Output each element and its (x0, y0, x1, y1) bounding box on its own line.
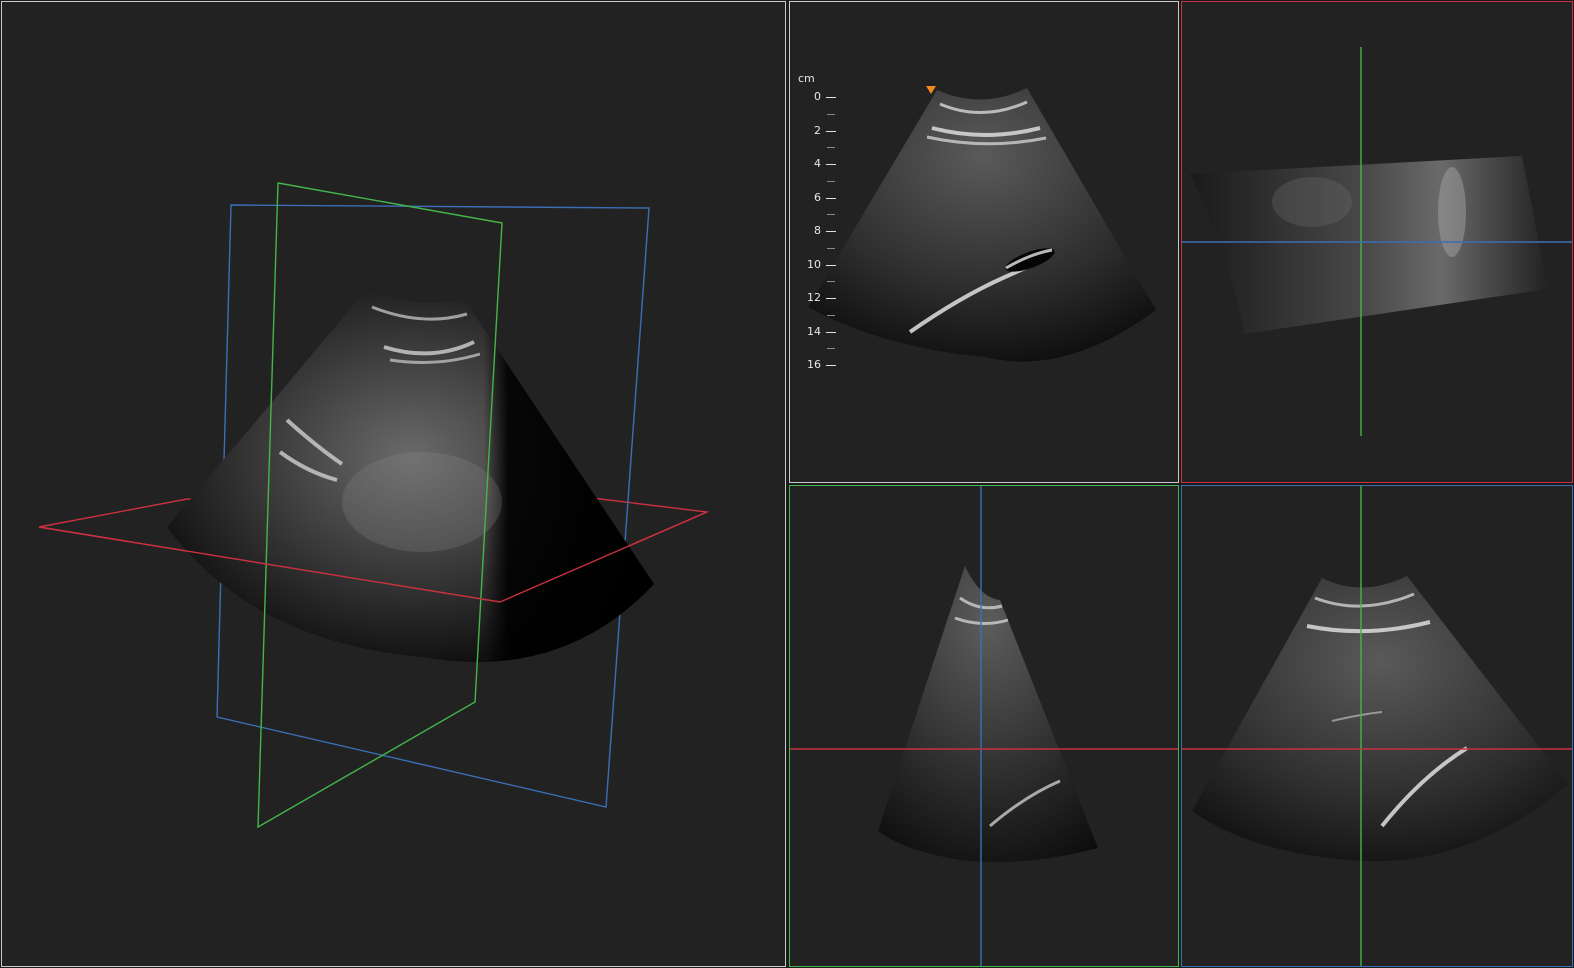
sagittal-slice (878, 566, 1098, 863)
depth-tick-label: 10 (807, 257, 821, 271)
depth-tick-mark (826, 298, 836, 299)
depth-tick-mark (826, 130, 836, 132)
depth-unit-label: cm (798, 72, 815, 85)
depth-minor-tick (827, 147, 835, 149)
depth-minor-tick (827, 314, 835, 316)
depth-tick: 0 (796, 90, 836, 104)
depth-tick-mark (826, 365, 836, 366)
depth-minor-tick (827, 281, 835, 283)
axial-slice (1190, 156, 1548, 334)
depth-tick: 10 (796, 258, 836, 272)
ultrasound-viewer: cm 0 2 4 6 8 10 12 14 16 (0, 0, 1574, 968)
depth-tick-label: 16 (807, 358, 821, 371)
depth-tick: 12 (796, 291, 836, 305)
depth-tick-label: 6 (814, 190, 821, 204)
depth-tick: 14 (796, 325, 836, 339)
depth-minor-tick (827, 180, 835, 182)
sagittal-image (790, 486, 1178, 966)
sagittal-viewport[interactable] (789, 485, 1179, 967)
orientation-marker-icon (926, 86, 936, 94)
coronal-image (1182, 486, 1572, 966)
depth-tick-label: 2 (814, 123, 821, 137)
acquisition-viewport[interactable]: cm 0 2 4 6 8 10 12 14 16 (789, 1, 1179, 483)
depth-tick-mark (826, 97, 836, 98)
axial-viewport[interactable] (1181, 1, 1573, 483)
tissue-speckle (342, 452, 502, 552)
volume-3d-scene (38, 182, 710, 829)
depth-tick-mark (826, 331, 836, 333)
volume-3d-viewport[interactable] (1, 1, 786, 967)
depth-tick-label: 14 (807, 324, 821, 338)
depth-tick-mark (826, 197, 836, 199)
coronal-slice (1192, 576, 1568, 862)
depth-tick-label: 0 (814, 90, 821, 103)
depth-minor-tick (827, 214, 835, 216)
tissue-speckle (1272, 177, 1352, 227)
acquisition-image (808, 86, 1156, 362)
depth-tick: 2 (796, 124, 836, 138)
bmode-sector (808, 88, 1156, 362)
depth-tick: 4 (796, 157, 836, 171)
depth-tick-mark (826, 164, 836, 165)
depth-tick-mark (826, 264, 836, 266)
depth-tick-label: 4 (814, 157, 821, 170)
depth-tick: 16 (796, 358, 836, 372)
tissue-speckle (1438, 167, 1466, 257)
depth-tick: 8 (796, 224, 836, 238)
depth-tick-label: 8 (814, 224, 821, 237)
coronal-viewport[interactable] (1181, 485, 1573, 967)
depth-minor-tick (827, 113, 835, 115)
depth-tick: 6 (796, 191, 836, 205)
depth-minor-tick (827, 348, 835, 350)
depth-tick-mark (826, 231, 836, 232)
depth-tick-label: 12 (807, 291, 821, 304)
depth-minor-tick (827, 247, 835, 249)
axial-image (1182, 47, 1572, 436)
